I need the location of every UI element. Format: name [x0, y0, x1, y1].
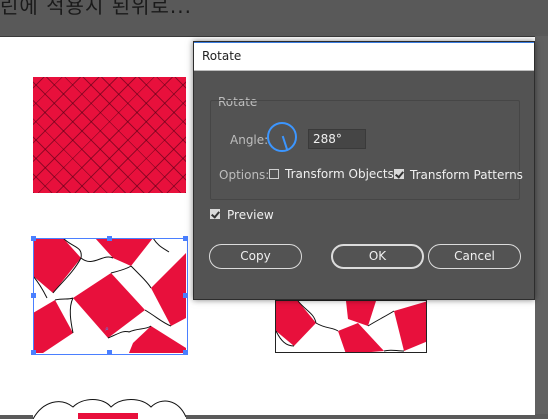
transform-patterns-label[interactable]: Transform Patterns [410, 168, 523, 182]
selection-handle-bl[interactable] [31, 350, 36, 355]
right-pattern-graphic [276, 301, 426, 352]
pattern-swatch-rotated[interactable]: ⌕ [33, 238, 186, 353]
angle-input[interactable]: 288° [308, 129, 366, 149]
selection-handle-tr[interactable] [183, 236, 188, 241]
selection-handle-ml[interactable] [31, 293, 36, 298]
selection-handle-tl[interactable] [31, 236, 36, 241]
angle-dial-icon[interactable] [267, 122, 297, 152]
angle-label: Angle: [230, 133, 269, 147]
preview-checkbox[interactable] [210, 209, 220, 219]
background-text: 린에 적용시 된위로... [0, 0, 192, 18]
selection-handle-bm[interactable] [107, 350, 112, 355]
pattern-swatch-right[interactable] [275, 300, 427, 353]
pattern-swatch-bottom[interactable] [33, 397, 186, 419]
selection-handle-mr[interactable] [183, 293, 188, 298]
selection-handle-br[interactable] [183, 350, 188, 355]
transform-objects-checkbox[interactable] [269, 169, 279, 179]
selection-handle-tm[interactable] [107, 236, 112, 241]
transform-objects-label[interactable]: Transform Objects [285, 167, 394, 181]
canvas-pasteboard [535, 36, 548, 414]
options-label: Options: [219, 168, 270, 182]
preview-label[interactable]: Preview [227, 208, 274, 222]
rotate-dialog: Rotate Rotate Angle: 288° Options: Trans… [193, 41, 535, 300]
cancel-button[interactable]: Cancel [428, 244, 521, 269]
rotated-pattern-graphic: ⌕ [33, 238, 186, 353]
transform-patterns-checkbox[interactable] [394, 169, 404, 179]
rotate-group-box [210, 100, 520, 200]
dialog-titlebar[interactable]: Rotate [194, 42, 534, 71]
ok-button[interactable]: OK [331, 244, 424, 269]
pattern-swatch-red[interactable] [33, 77, 186, 193]
bottom-pattern-graphic [33, 399, 186, 419]
dialog-title: Rotate [202, 49, 242, 63]
svg-text:⌕: ⌕ [105, 325, 109, 333]
document-tab-strip: 린에 적용시 된위로... [0, 0, 548, 34]
copy-button[interactable]: Copy [209, 244, 302, 269]
